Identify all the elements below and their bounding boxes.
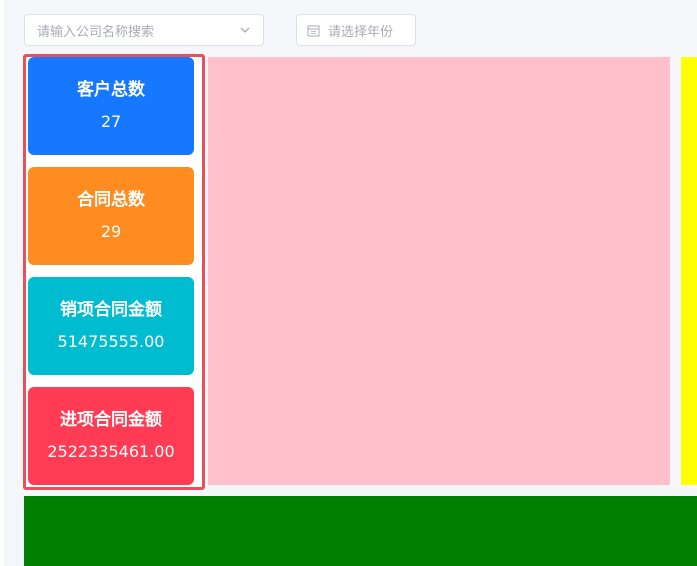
dashboard-page: 请输入公司名称搜索 请选择年份 客户总数 27 合同总数 29 销项合同金额 5… [0,0,697,566]
year-picker[interactable]: 请选择年份 [296,14,416,46]
stat-card-purchase-amount: 进项合同金额 2522335461.00 [28,387,194,485]
stat-label: 合同总数 [77,190,145,210]
stat-card-customers: 客户总数 27 [28,57,194,155]
green-content-area [24,496,697,566]
stats-panel: 客户总数 27 合同总数 29 销项合同金额 51475555.00 进项合同金… [23,54,205,490]
stat-card-contracts: 合同总数 29 [28,167,194,265]
stat-label: 销项合同金额 [60,300,162,320]
stat-value: 51475555.00 [57,332,165,351]
calendar-icon [307,24,320,37]
stat-value: 2522335461.00 [47,442,175,461]
company-search-placeholder: 请输入公司名称搜索 [37,24,155,40]
stat-card-sales-amount: 销项合同金额 51475555.00 [28,277,194,375]
company-search-select[interactable]: 请输入公司名称搜索 [24,14,264,46]
chevron-down-icon [239,24,251,36]
stat-value: 29 [100,222,122,241]
stat-value: 27 [100,112,122,131]
stat-label: 客户总数 [77,80,145,100]
left-edge-strip [0,0,4,566]
year-placeholder: 请选择年份 [328,24,394,40]
yellow-content-area [681,57,697,485]
stat-label: 进项合同金额 [60,410,162,430]
pink-content-area [208,57,670,485]
